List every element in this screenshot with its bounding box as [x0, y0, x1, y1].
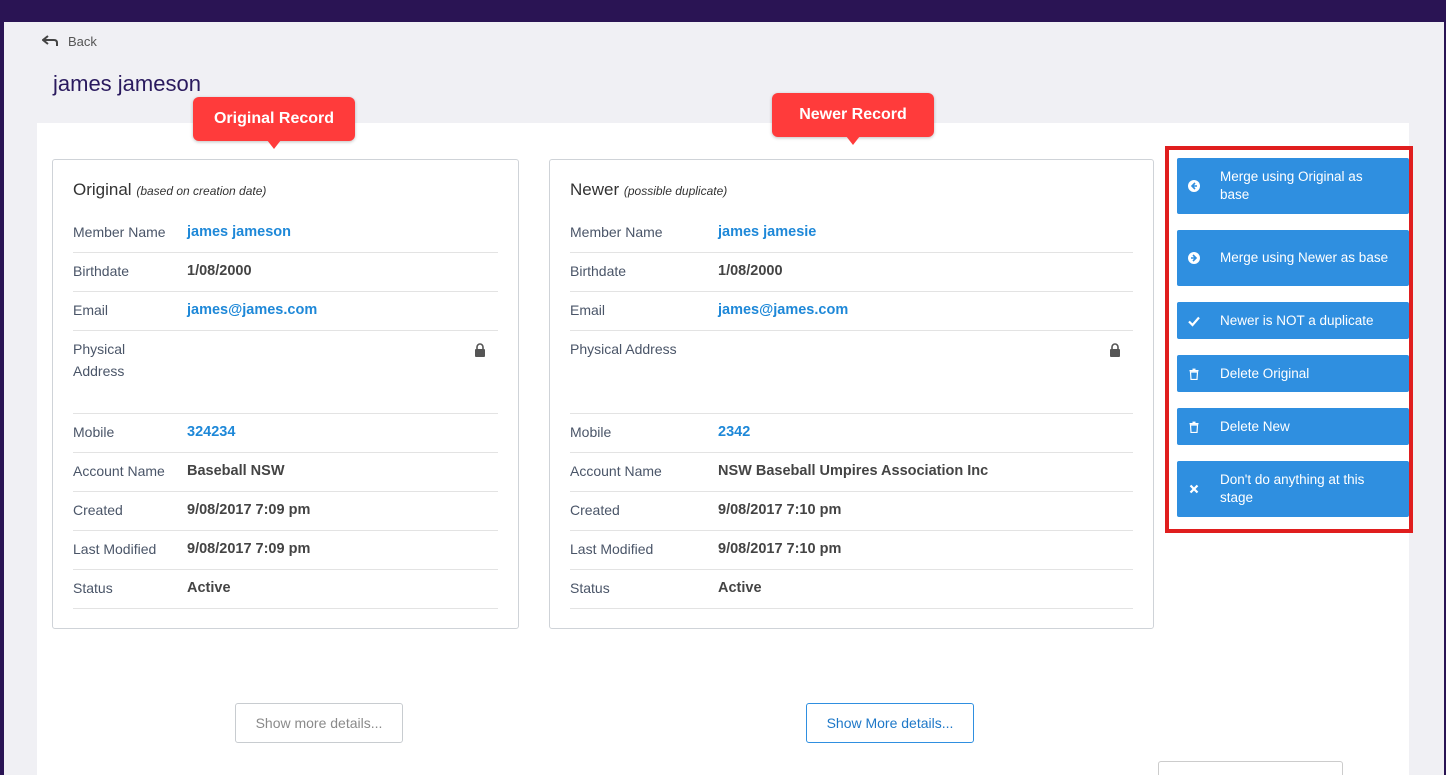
- original-modified-value: 9/08/2017 7:09 pm: [187, 541, 311, 557]
- newer-status-value: Active: [718, 580, 762, 596]
- close-icon: [1189, 484, 1199, 494]
- original-account-value: Baseball NSW: [187, 463, 285, 479]
- field-label: Account Name: [73, 463, 165, 479]
- field-label: Account Name: [570, 463, 662, 479]
- lock-icon: [1110, 343, 1120, 357]
- newer-account-row: Account Name NSW Baseball Umpires Associ…: [570, 453, 1133, 492]
- original-created-row: Created 9/08/2017 7:09 pm: [73, 492, 498, 531]
- field-label: Last Modified: [570, 541, 654, 557]
- lock-icon: [475, 343, 485, 357]
- newer-status-row: Status Active: [570, 570, 1133, 609]
- newer-record-callout: Newer Record: [772, 93, 934, 145]
- merge-original-button[interactable]: Merge using Original as base: [1177, 158, 1409, 214]
- newer-member-name-link[interactable]: james jamesie: [718, 225, 816, 240]
- merge-original-label: Merge using Original as base: [1220, 169, 1363, 202]
- do-nothing-label: Don't do anything at this stage: [1220, 472, 1365, 505]
- delete-original-label: Delete Original: [1220, 365, 1310, 381]
- do-nothing-button[interactable]: Don't do anything at this stage: [1177, 461, 1409, 517]
- merge-newer-label: Merge using Newer as base: [1220, 250, 1389, 265]
- newer-record-card: Newer (possible duplicate) Member Name j…: [549, 159, 1154, 629]
- newer-card-heading: Newer (possible duplicate): [570, 180, 1133, 202]
- newer-modified-row: Last Modified 9/08/2017 7:10 pm: [570, 531, 1133, 570]
- not-duplicate-button[interactable]: Newer is NOT a duplicate: [1177, 302, 1409, 339]
- field-label: Birthdate: [570, 263, 627, 279]
- field-label: Email: [73, 302, 109, 318]
- delete-new-label: Delete New: [1220, 418, 1290, 434]
- field-label: Mobile: [570, 424, 612, 440]
- original-mobile-row: Mobile 324234: [73, 414, 498, 453]
- field-label: Created: [570, 502, 620, 518]
- original-card-title: Original: [73, 180, 132, 199]
- original-birthdate-row: Birthdate 1/08/2000: [73, 253, 498, 292]
- original-member-name-row: Member Name james jameson: [73, 214, 498, 253]
- arrow-right-circle-icon: [1188, 252, 1200, 264]
- merge-newer-button[interactable]: Merge using Newer as base: [1177, 230, 1409, 286]
- field-label: Status: [570, 580, 610, 596]
- newer-email-link[interactable]: james@james.com: [718, 303, 848, 318]
- original-mobile-link[interactable]: 324234: [187, 425, 235, 440]
- merge-actions-group: Merge using Original as base Merge using…: [1165, 146, 1413, 533]
- field-label: Last Modified: [73, 541, 157, 557]
- not-duplicate-label: Newer is NOT a duplicate: [1220, 312, 1374, 328]
- page-title: james jameson: [53, 71, 201, 96]
- newer-created-value: 9/08/2017 7:10 pm: [718, 502, 842, 518]
- newer-address-row: Physical Address: [570, 331, 1133, 414]
- newer-email-row: Email james@james.com: [570, 292, 1133, 331]
- original-member-name-link[interactable]: james jameson: [187, 225, 291, 240]
- original-address-row: Physical Address: [73, 331, 498, 414]
- field-label: Mobile: [73, 424, 115, 440]
- back-label: Back: [68, 33, 97, 49]
- original-email-row: Email james@james.com: [73, 292, 498, 331]
- delete-new-button[interactable]: Delete New: [1177, 408, 1409, 445]
- original-created-value: 9/08/2017 7:09 pm: [187, 502, 311, 518]
- field-label: Email: [570, 302, 606, 318]
- trash-icon: [1189, 368, 1199, 380]
- newer-birthdate-row: Birthdate 1/08/2000: [570, 253, 1133, 292]
- original-account-row: Account Name Baseball NSW: [73, 453, 498, 492]
- field-label: Created: [73, 502, 123, 518]
- back-arrow-icon: [42, 35, 58, 46]
- newer-member-name-row: Member Name james jamesie: [570, 214, 1133, 253]
- newer-mobile-link[interactable]: 2342: [718, 425, 750, 440]
- original-birthdate-value: 1/08/2000: [187, 263, 252, 279]
- newer-card-subtitle: (possible duplicate): [623, 184, 728, 198]
- delete-original-button[interactable]: Delete Original: [1177, 355, 1409, 392]
- original-record-card: Original (based on creation date) Member…: [52, 159, 519, 629]
- field-label: Physical Address: [570, 341, 677, 357]
- trash-icon: [1189, 421, 1199, 433]
- original-modified-row: Last Modified 9/08/2017 7:09 pm: [73, 531, 498, 570]
- original-show-more-button[interactable]: Show more details...: [235, 703, 403, 743]
- original-record-callout: Original Record: [193, 97, 355, 149]
- field-label: Member Name: [73, 224, 166, 240]
- newer-created-row: Created 9/08/2017 7:10 pm: [570, 492, 1133, 531]
- newer-show-more-button[interactable]: Show More details...: [806, 703, 974, 743]
- original-status-value: Active: [187, 580, 231, 596]
- original-card-subtitle: (based on creation date): [136, 184, 267, 198]
- newer-card-title: Newer: [570, 180, 620, 199]
- field-label: Physical Address: [73, 341, 126, 379]
- check-icon: [1188, 316, 1200, 327]
- original-card-heading: Original (based on creation date): [73, 180, 498, 202]
- back-link[interactable]: Back: [42, 32, 97, 50]
- field-label: Member Name: [570, 224, 663, 240]
- original-status-row: Status Active: [73, 570, 498, 609]
- original-email-link[interactable]: james@james.com: [187, 303, 317, 318]
- newer-account-value: NSW Baseball Umpires Association Inc: [718, 463, 989, 479]
- arrow-left-circle-icon: [1188, 180, 1200, 192]
- field-label: Birthdate: [73, 263, 130, 279]
- field-label: Status: [73, 580, 113, 596]
- newer-mobile-row: Mobile 2342: [570, 414, 1133, 453]
- newer-modified-value: 9/08/2017 7:10 pm: [718, 541, 842, 557]
- floating-panel-edge: [1158, 761, 1343, 775]
- newer-birthdate-value: 1/08/2000: [718, 263, 783, 279]
